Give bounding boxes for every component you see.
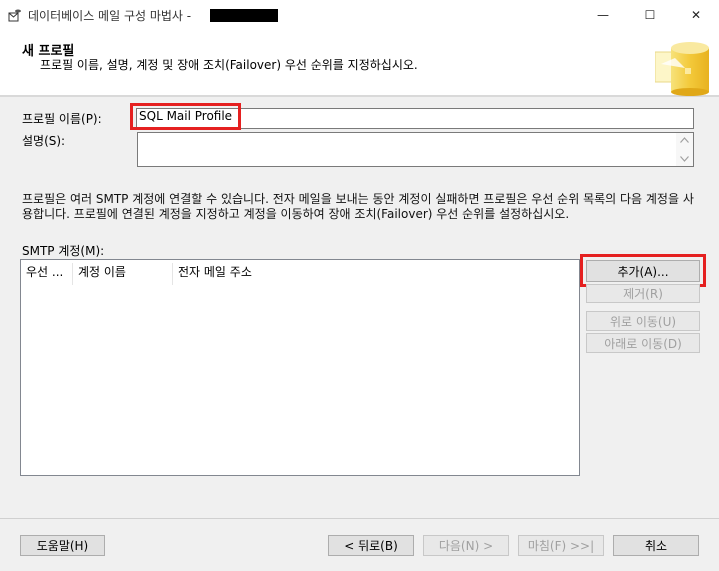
back-button[interactable]: < 뒤로(B) bbox=[328, 535, 414, 556]
profile-name-label: 프로필 이름(P): bbox=[22, 112, 102, 126]
footer-divider bbox=[0, 518, 719, 519]
column-separator[interactable] bbox=[72, 263, 73, 285]
cancel-button[interactable]: 취소 bbox=[613, 535, 699, 556]
minimize-button[interactable]: — bbox=[580, 0, 626, 30]
description-input[interactable] bbox=[137, 132, 694, 167]
redacted-server-name bbox=[210, 9, 278, 22]
header-divider bbox=[0, 95, 719, 97]
next-button[interactable]: 다음(N) > bbox=[423, 535, 509, 556]
move-up-button[interactable]: 위로 이동(U) bbox=[586, 311, 700, 331]
window-title: 데이터베이스 메일 구성 마법사 - bbox=[28, 9, 192, 23]
scroll-down-icon[interactable] bbox=[680, 156, 689, 162]
maximize-button[interactable]: ☐ bbox=[627, 0, 673, 30]
remove-account-button[interactable]: 제거(R) bbox=[586, 284, 700, 303]
column-separator[interactable] bbox=[172, 263, 173, 285]
column-header-priority[interactable]: 우선 ... bbox=[26, 263, 63, 280]
info-text: 프로필은 여러 SMTP 계정에 연결할 수 있습니다. 전자 메일을 보내는 … bbox=[22, 192, 694, 221]
database-mail-icon bbox=[8, 9, 21, 22]
close-button[interactable]: ✕ bbox=[673, 0, 719, 30]
description-scrollbar[interactable] bbox=[676, 133, 693, 166]
column-header-account-name[interactable]: 계정 이름 bbox=[78, 263, 126, 280]
move-down-button[interactable]: 아래로 이동(D) bbox=[586, 333, 700, 353]
scroll-up-icon[interactable] bbox=[680, 137, 689, 143]
database-mail-logo-icon bbox=[655, 42, 709, 96]
smtp-accounts-list[interactable] bbox=[20, 259, 580, 476]
page-subtitle: 프로필 이름, 설명, 계정 및 장애 조치(Failover) 우선 순위를 … bbox=[40, 58, 418, 72]
description-label: 설명(S): bbox=[22, 134, 66, 148]
highlight-add-button bbox=[580, 254, 706, 287]
column-header-email-address[interactable]: 전자 메일 주소 bbox=[178, 263, 252, 280]
help-button[interactable]: 도움말(H) bbox=[20, 535, 105, 556]
smtp-accounts-label: SMTP 계정(M): bbox=[22, 244, 105, 258]
finish-button[interactable]: 마침(F) >>| bbox=[518, 535, 604, 556]
highlight-profile-name bbox=[130, 103, 241, 130]
